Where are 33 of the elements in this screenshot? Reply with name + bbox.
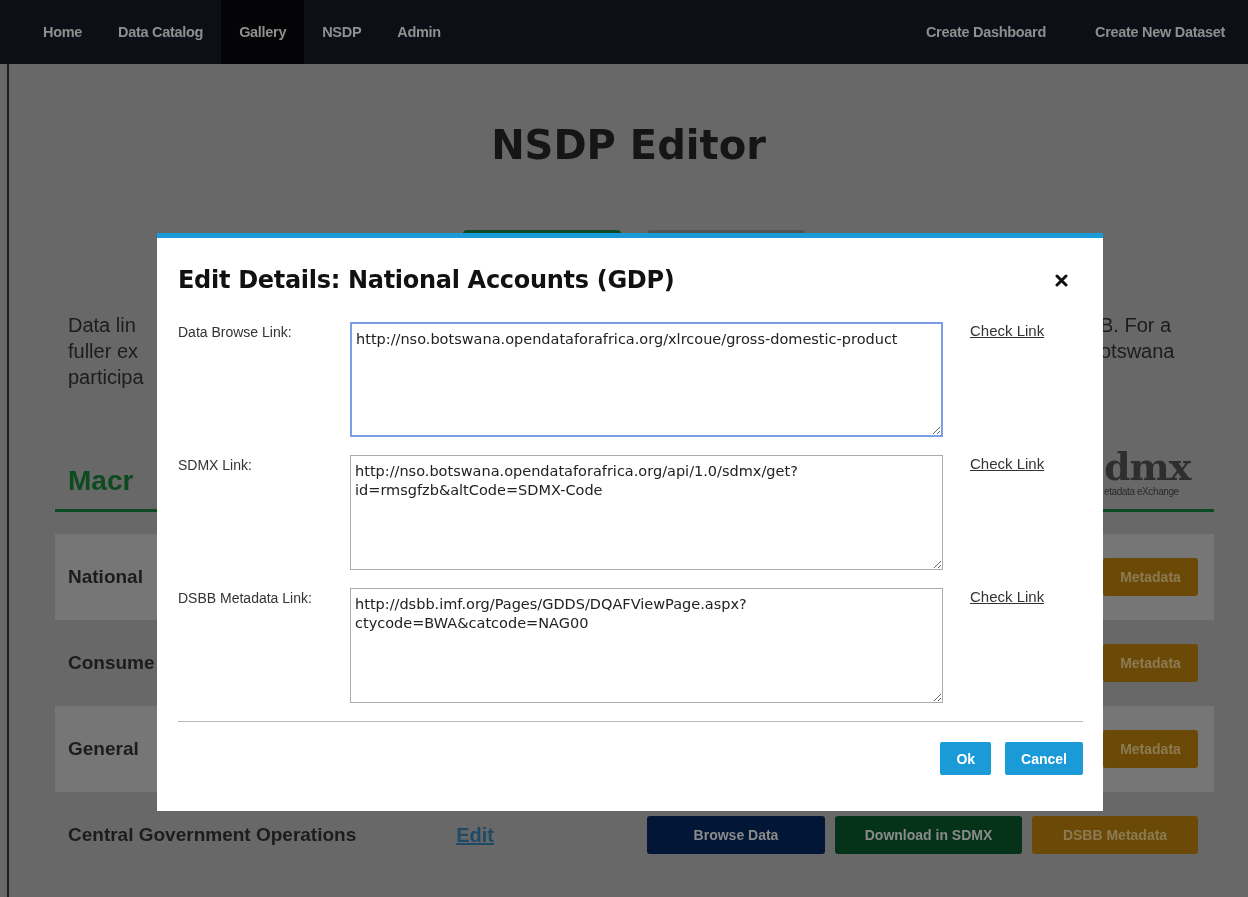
page-title: NSDP Editor	[490, 121, 767, 170]
dialog-button[interactable]: Ok	[940, 742, 992, 775]
action-button[interactable]: Download in SDMX	[835, 816, 1022, 854]
intro-text: Data lin	[68, 313, 137, 338]
logo-text: dmx	[1104, 448, 1193, 486]
nav-link[interactable]: NSDP	[304, 0, 380, 64]
dataset-name: National	[68, 566, 143, 588]
field-label: SDMX Link:	[178, 456, 253, 473]
section-heading: Macr	[68, 465, 134, 497]
url-field[interactable]: http://nso.botswana.opendataforafrica.org/api/1.0/sdmx/get?id=rmsgfzb&altCode=SDMX-Code	[350, 455, 943, 570]
nav-link[interactable]: Create New Dataset	[1059, 0, 1238, 64]
nav-link[interactable]: Home	[25, 0, 101, 64]
check-link[interactable]: Check Link	[970, 588, 1045, 605]
intro-text: fuller ex	[68, 339, 140, 364]
dialog-title: Edit Details: National Accounts (GDP)	[178, 266, 675, 294]
dataset-name: General	[68, 738, 139, 760]
dialog-button[interactable]: Cancel	[1005, 742, 1083, 775]
url-field[interactable]: http://nso.botswana.opendataforafrica.org/xlrcoue/gross-domestic-product	[350, 322, 943, 437]
field-label: Data Browse Link:	[178, 323, 293, 340]
nav-link[interactable]: Admin	[379, 0, 459, 64]
url-field[interactable]: http://dsbb.imf.org/Pages/GDDS/DQAFViewPage.aspx?ctycode=BWA&catcode=NAG00	[350, 588, 943, 703]
nav-link[interactable]: Data Catalog	[100, 0, 222, 64]
check-link[interactable]: Check Link	[970, 322, 1045, 339]
nav-link[interactable]: Create Dashboard	[889, 0, 1059, 64]
close-icon[interactable]	[1055, 273, 1068, 287]
intro-text: participa	[68, 365, 144, 390]
check-link[interactable]: Check Link	[970, 455, 1045, 472]
dataset-name: Consume	[68, 652, 155, 674]
logo-caption: etadata eXchange	[1104, 486, 1180, 497]
field-label: DSBB Metadata Link:	[178, 589, 313, 606]
dataset-name: Central Government Operations	[68, 824, 357, 846]
nav-link[interactable]: Gallery	[221, 0, 305, 64]
action-button[interactable]: Browse Data	[647, 816, 825, 854]
